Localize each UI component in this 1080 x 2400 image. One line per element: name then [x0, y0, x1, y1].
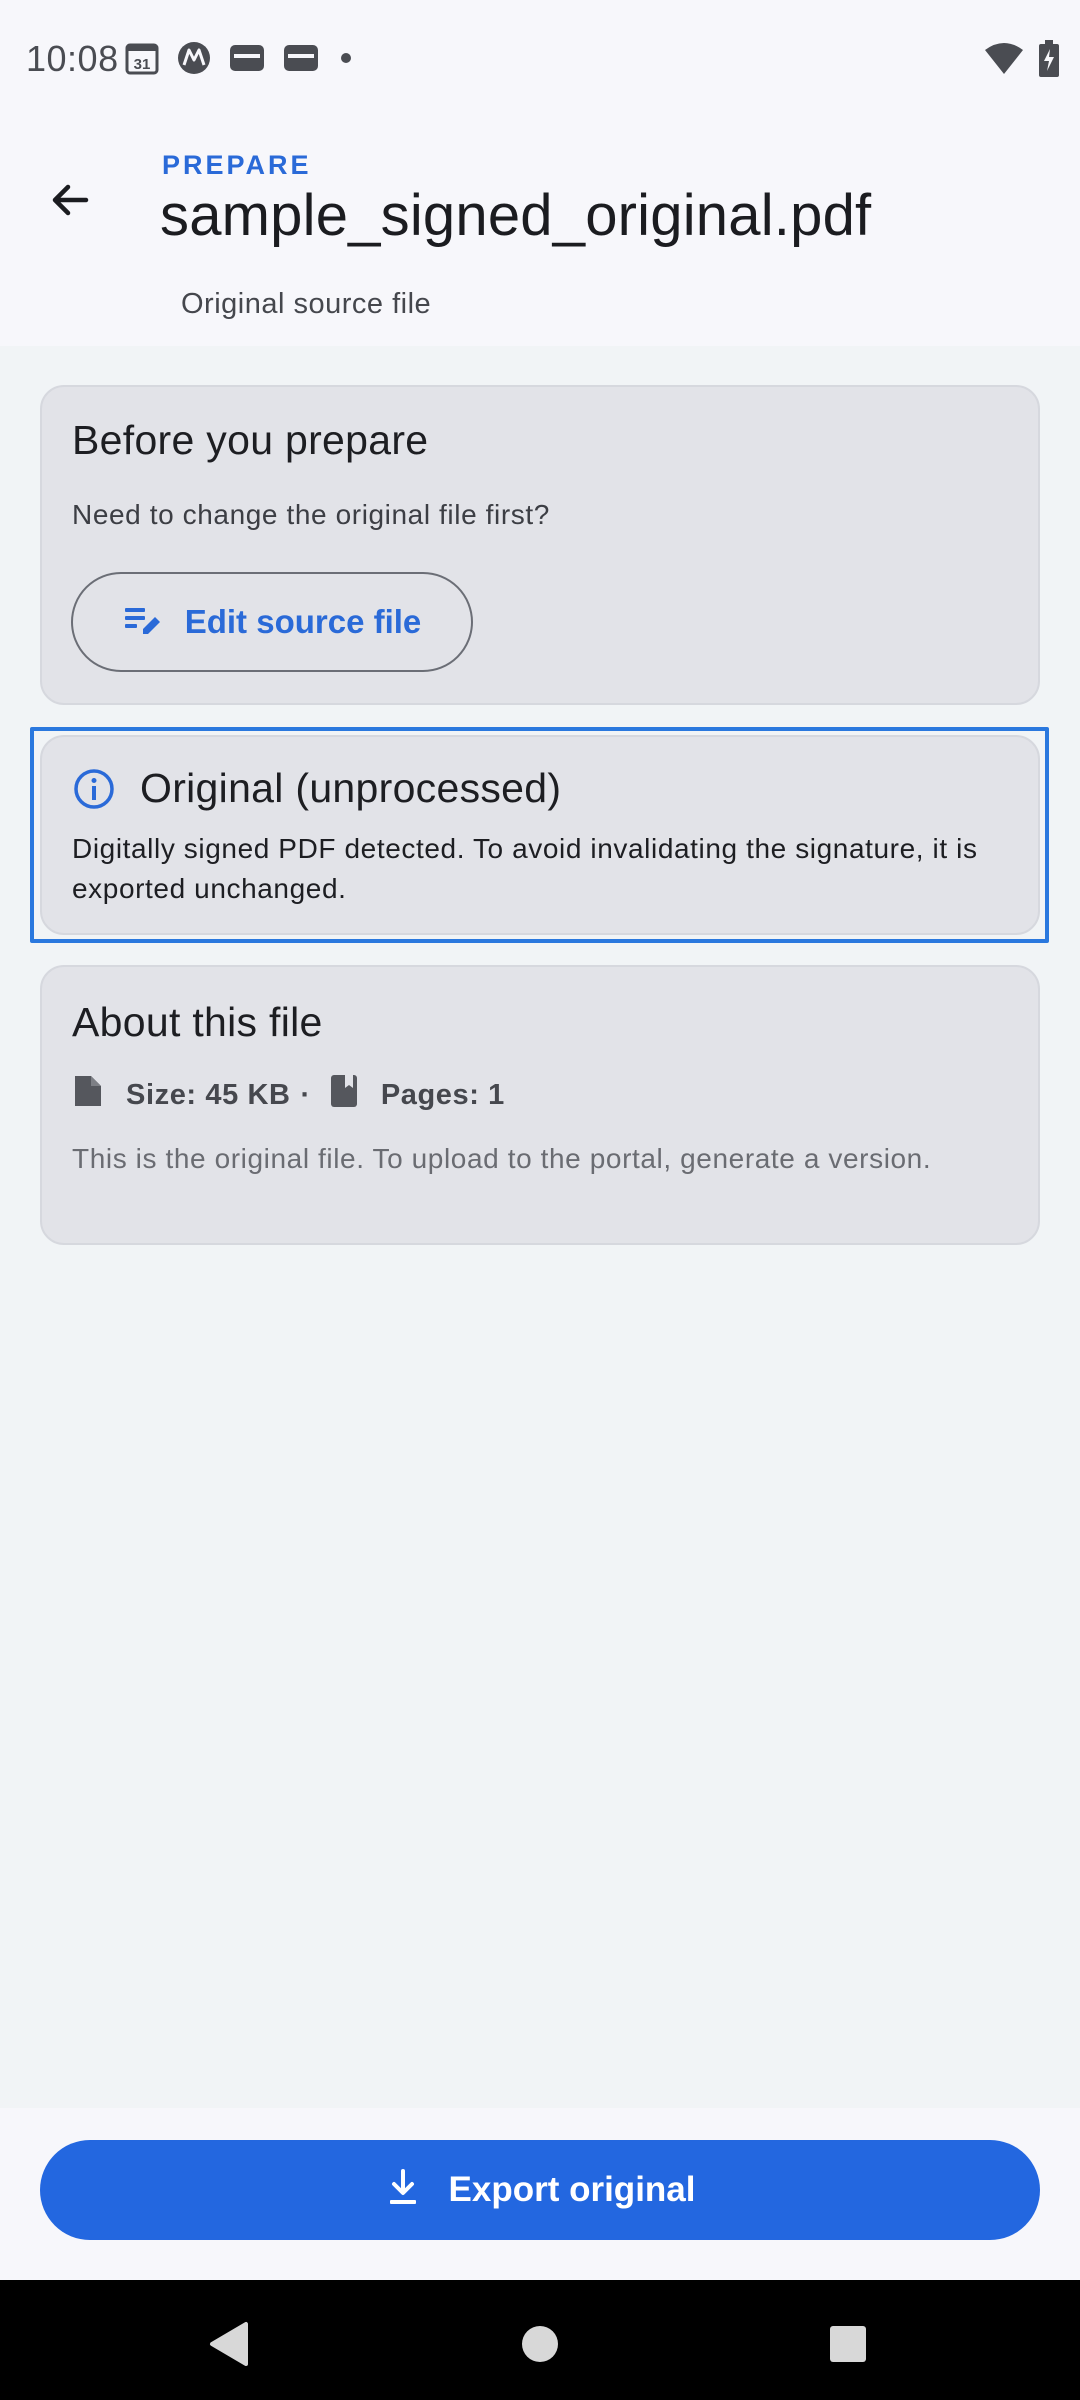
- system-icons: [984, 40, 1060, 78]
- nav-back-icon: [206, 2320, 250, 2373]
- edit-source-file-label: Edit source file: [184, 603, 422, 640]
- card-body: Digitally signed PDF detected. To avoid …: [72, 833, 978, 904]
- calendar-icon: 31: [124, 40, 160, 76]
- edit-note-icon: [123, 600, 163, 645]
- download-icon: [385, 2168, 421, 2213]
- card-body: Need to change the original file first?: [72, 499, 550, 530]
- file-size: Size: 45 KB: [126, 1078, 291, 1111]
- nav-home-icon: [520, 2324, 560, 2369]
- nav-recents-button[interactable]: [818, 2316, 878, 2376]
- dot-icon: [336, 48, 356, 68]
- motorola-icon: [176, 40, 212, 76]
- original-status-card: Original (unprocessed) Digitally signed …: [40, 735, 1040, 935]
- file-meta-row: Size: 45 KB · Pages: 1: [72, 1073, 505, 1117]
- about-file-card: About this file Size: 45 KB · Pages: 1 T…: [40, 965, 1040, 1245]
- nav-recents-icon: [828, 2324, 868, 2369]
- bottom-action-bar: Export original: [0, 2108, 1080, 2280]
- status-time: 10:08: [26, 38, 119, 79]
- notification-icons: 31: [124, 40, 356, 76]
- nav-home-button[interactable]: [510, 2316, 570, 2376]
- page-count: Pages: 1: [380, 1078, 505, 1111]
- export-original-button[interactable]: Export original: [40, 2140, 1040, 2240]
- battery-charging-icon: [1038, 40, 1060, 78]
- back-button[interactable]: [28, 160, 112, 244]
- meta-separator: ·: [300, 1078, 311, 1111]
- wallet-icon: [228, 42, 266, 74]
- before-you-prepare-card: Before you prepare Need to change the or…: [40, 385, 1040, 705]
- status-bar: 10:08 31: [0, 0, 1080, 120]
- card-body: This is the original file. To upload to …: [72, 1143, 932, 1174]
- card-title: Original (unprocessed): [140, 765, 562, 811]
- file-icon: [72, 1073, 104, 1117]
- wallet-icon: [282, 42, 320, 74]
- export-original-label: Export original: [448, 2170, 696, 2209]
- page-title: sample_signed_original.pdf: [160, 183, 872, 248]
- wifi-icon: [984, 42, 1024, 76]
- edit-source-file-button[interactable]: Edit source file: [71, 572, 473, 672]
- page-subtitle: Original source file: [181, 288, 432, 320]
- screen-overline: PREPARE: [162, 150, 312, 180]
- app-bar: PREPARE sample_signed_original.pdf Origi…: [0, 120, 1080, 346]
- card-title: Before you prepare: [72, 417, 429, 463]
- calendar-day: 31: [134, 56, 151, 73]
- arrow-back-icon: [46, 176, 94, 229]
- nav-back-button[interactable]: [198, 2316, 258, 2376]
- card-title: About this file: [72, 999, 323, 1045]
- book-icon: [329, 1073, 359, 1117]
- system-nav-bar: [0, 2280, 1080, 2400]
- info-icon: [72, 767, 116, 816]
